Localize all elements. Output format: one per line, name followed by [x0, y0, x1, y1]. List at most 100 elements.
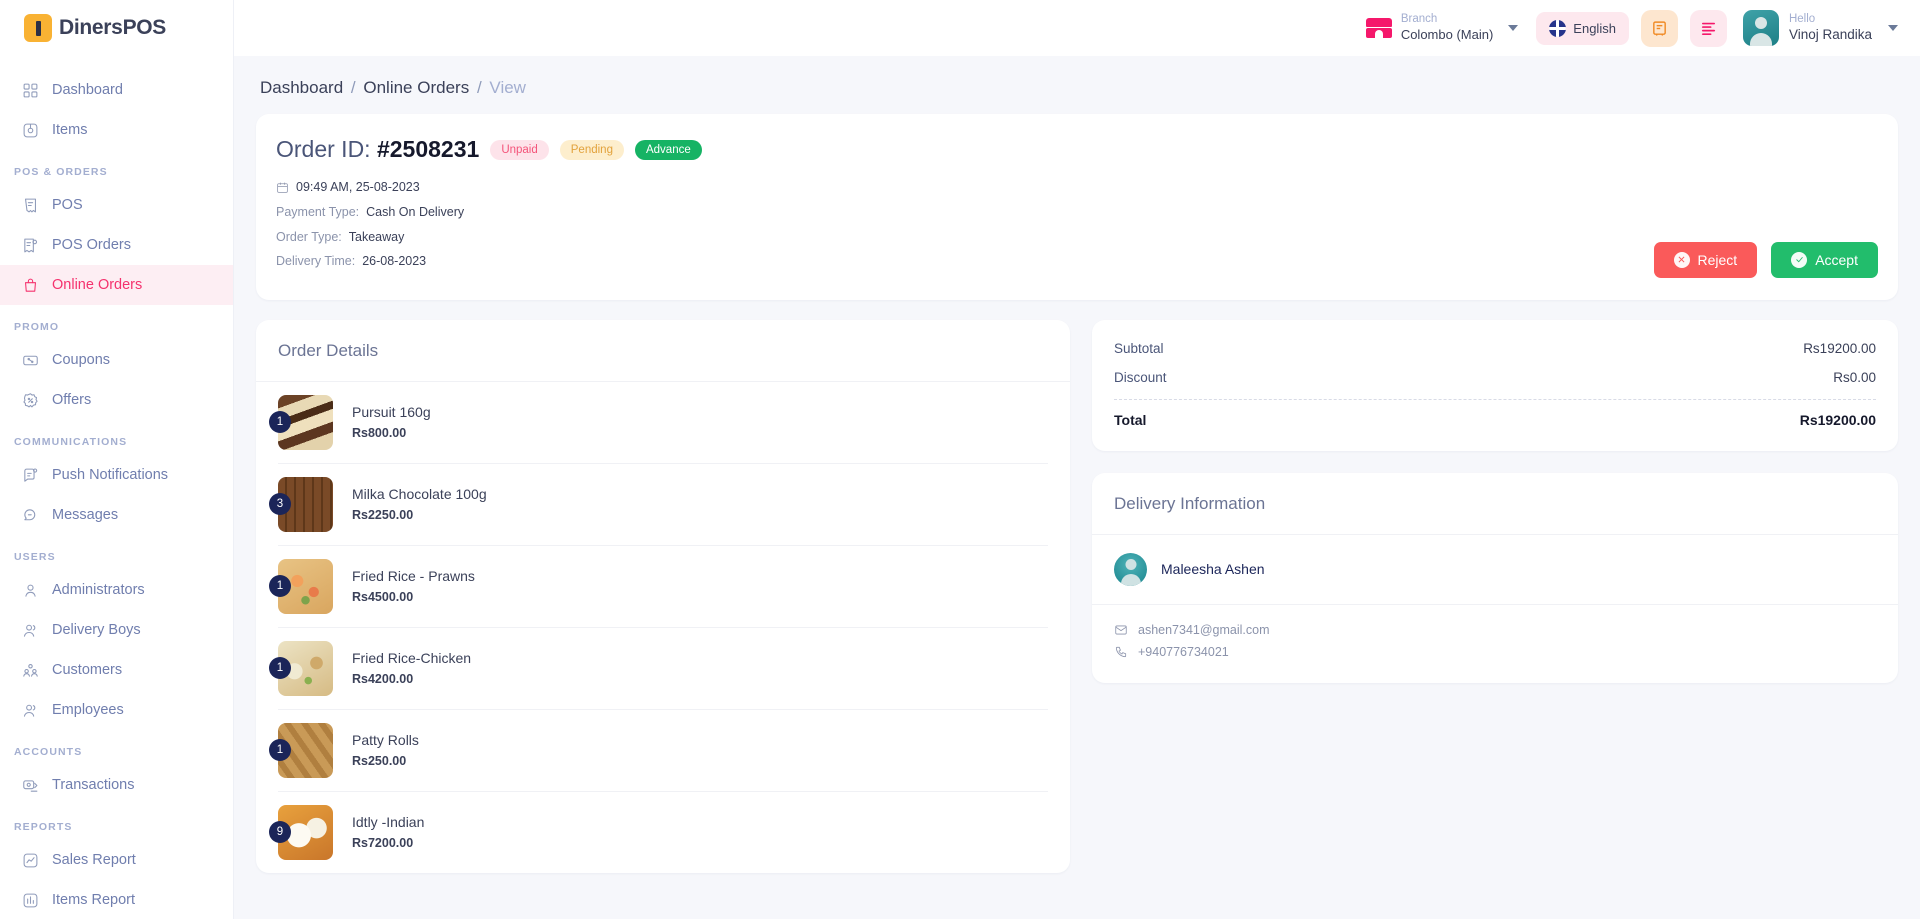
item-price: Rs7200.00 — [352, 835, 414, 850]
sidebar-item-label: Online Orders — [52, 277, 143, 293]
subtotal-label: Subtotal — [1114, 340, 1164, 356]
receipt-book-icon — [1653, 20, 1666, 36]
item-price: Rs4200.00 — [352, 671, 414, 686]
sidebar-item-offers[interactable]: Offers — [0, 380, 233, 420]
sidebar-item-items[interactable]: Items — [0, 110, 233, 150]
customer-email[interactable]: ashen7341@gmail.com — [1138, 623, 1270, 637]
sidebar-nav: Dashboard Items POS & ORDERS POS POS Orders O… — [0, 56, 233, 919]
orders-list-button[interactable] — [1689, 9, 1727, 47]
order-details-title: Order Details — [278, 340, 379, 360]
order-item-text: Fried Rice - Prawns Rs4500.00 — [352, 567, 475, 606]
breadcrumb-dashboard[interactable]: Dashboard — [260, 78, 343, 97]
sidebar-item-label: Delivery Boys — [52, 622, 141, 638]
receipt-list-icon — [24, 238, 38, 252]
customer-phone[interactable]: +940776734021 — [1138, 645, 1229, 659]
sidebar-item-employees[interactable]: Employees — [0, 690, 233, 730]
sidebar-item-messages[interactable]: Messages — [0, 495, 233, 535]
users-icon — [23, 624, 36, 637]
pos-shortcut-button[interactable] — [1640, 9, 1678, 47]
delivery-time-label: Delivery Time: — [276, 254, 356, 268]
users-icon — [23, 704, 36, 717]
chevron-down-icon — [1888, 25, 1898, 31]
detail-columns: Order Details 1 Pursuit 160g Rs800.00 3 Milk… — [256, 319, 1898, 873]
branch-selector[interactable]: Branch Colombo (Main) — [1360, 9, 1524, 46]
sidebar-item-items-report[interactable]: Items Report — [0, 880, 233, 919]
sidebar-item-pos[interactable]: POS — [0, 185, 233, 225]
discount-value: Rs0.00 — [1833, 369, 1876, 385]
page-title: Order ID: #2508231 — [276, 136, 479, 163]
mail-icon — [1115, 625, 1127, 634]
delivery-time-value: 26-08-2023 — [362, 254, 427, 268]
payment-type-label: Payment Type: — [276, 205, 360, 219]
sidebar-item-push-notifications[interactable]: Push Notifications — [0, 455, 233, 495]
customer-name: Maleesha Ashen — [1161, 561, 1265, 577]
order-type-value: Takeaway — [348, 229, 405, 244]
sidebar-item-pos-orders[interactable]: POS Orders — [0, 225, 233, 265]
order-item-thumb-wrap: 9 — [269, 804, 333, 860]
sidebar-item-customers[interactable]: Customers — [0, 650, 233, 690]
payment-type-row: Payment Type: Cash On Delivery — [276, 206, 1878, 219]
sidebar-item-online-orders[interactable]: Online Orders — [0, 265, 233, 305]
sidebar: DinersPOS Dashboard Items POS & ORDERS POS P… — [0, 0, 234, 919]
order-item-thumb-wrap: 1 — [269, 722, 333, 778]
order-items-list: 1 Pursuit 160g Rs800.00 3 Milka Chocolate 10… — [256, 382, 1070, 873]
user-menu[interactable]: Hello Vinoj Randika — [1739, 10, 1898, 46]
summary-divider — [1114, 398, 1876, 400]
sidebar-item-sales-report[interactable]: Sales Report — [0, 840, 233, 880]
status-badge-unpaid: Unpaid — [490, 139, 549, 160]
sidebar-section-promo: PROMO — [14, 321, 60, 333]
breadcrumb-online-orders[interactable]: Online Orders — [363, 78, 469, 97]
item-name: Fried Rice - Prawns — [352, 567, 475, 584]
sidebar-item-label: POS Orders — [52, 237, 131, 253]
sidebar-item-transactions[interactable]: Transactions — [0, 765, 233, 805]
app-logo[interactable]: DinersPOS — [0, 0, 233, 56]
sidebar-item-label: Push Notifications — [52, 467, 169, 483]
delivery-information-card: Delivery Information Maleesha Ashen ashe… — [1092, 472, 1898, 683]
sidebar-item-delivery-boys[interactable]: Delivery Boys — [0, 610, 233, 650]
reject-button-label: Reject — [1697, 251, 1738, 268]
sidebar-item-dashboard[interactable]: Dashboard — [0, 70, 233, 110]
order-item-row: 3 Milka Chocolate 100g Rs2250.00 — [269, 464, 1048, 546]
order-id-label: Order ID: — [276, 136, 371, 162]
user-icon — [25, 584, 36, 597]
sidebar-item-coupons[interactable]: Coupons — [0, 340, 233, 380]
coupon-icon — [23, 355, 38, 365]
content-area: Dashboard / Online Orders / View Order I… — [234, 56, 1920, 919]
reject-button[interactable]: Reject — [1653, 241, 1758, 278]
order-meta: 09:49 AM, 25-08-2023 Payment Type: Cash … — [276, 181, 1878, 268]
breadcrumb-separator: / — [476, 78, 482, 97]
sidebar-item-label: Transactions — [52, 777, 135, 793]
customer-phone-row: +940776734021 — [1114, 641, 1876, 663]
order-type-row: Order Type: Takeaway — [276, 229, 1878, 244]
status-badge-pending: Pending — [559, 139, 624, 160]
item-quantity-badge: 1 — [269, 657, 291, 679]
item-price: Rs250.00 — [352, 753, 407, 768]
item-price: Rs2250.00 — [352, 507, 414, 522]
sidebar-item-label: Administrators — [52, 582, 145, 598]
item-quantity-badge: 1 — [269, 739, 291, 761]
chat-icon — [24, 508, 36, 520]
order-item-text: Patty Rolls Rs250.00 — [352, 731, 419, 770]
payment-type-value: Cash On Delivery — [366, 205, 465, 219]
order-datetime: 09:49 AM, 25-08-2023 — [296, 180, 420, 195]
chart-icon — [23, 853, 38, 867]
language-label: English — [1573, 20, 1616, 36]
item-quantity-badge: 1 — [269, 575, 291, 597]
language-selector[interactable]: English — [1536, 11, 1629, 45]
sidebar-item-administrators[interactable]: Administrators — [0, 570, 233, 610]
order-summary-card: Subtotal Rs19200.00 Discount Rs0.00 Tota… — [1092, 319, 1898, 451]
order-item-row: 1 Fried Rice - Prawns Rs4500.00 — [269, 546, 1048, 628]
customer-row: Maleesha Ashen — [1092, 535, 1898, 604]
total-row: Total Rs19200.00 — [1114, 405, 1876, 435]
order-item-row: 1 Fried Rice-Chicken Rs4200.00 — [269, 628, 1048, 710]
store-icon — [1365, 16, 1392, 40]
accept-button[interactable]: Accept — [1771, 241, 1878, 278]
order-item-thumb-wrap: 1 — [269, 640, 333, 696]
sidebar-item-label: Items Report — [52, 892, 135, 908]
logo-name-2: POS — [122, 16, 167, 39]
sidebar-item-label: Employees — [52, 702, 124, 718]
avatar — [1742, 10, 1779, 46]
sidebar-item-label: POS — [52, 197, 83, 213]
order-item-text: Fried Rice-Chicken Rs4200.00 — [352, 649, 471, 688]
sidebar-section-pos-orders: POS & ORDERS — [14, 166, 108, 178]
